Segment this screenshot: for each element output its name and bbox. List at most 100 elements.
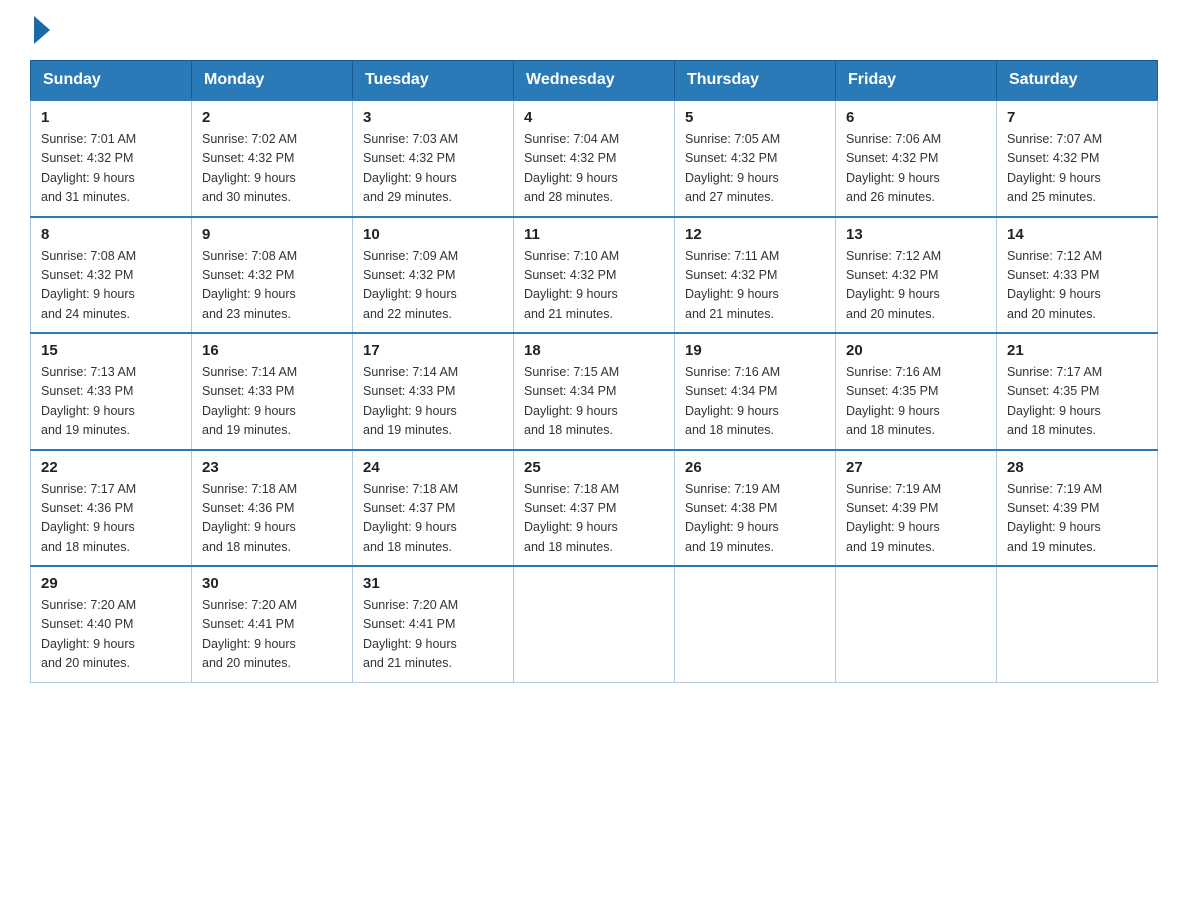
day-info: Sunrise: 7:16 AM Sunset: 4:35 PM Dayligh…	[846, 363, 986, 441]
calendar-cell: 17 Sunrise: 7:14 AM Sunset: 4:33 PM Dayl…	[353, 333, 514, 450]
day-info: Sunrise: 7:07 AM Sunset: 4:32 PM Dayligh…	[1007, 130, 1147, 208]
calendar-cell: 25 Sunrise: 7:18 AM Sunset: 4:37 PM Dayl…	[514, 450, 675, 567]
day-info: Sunrise: 7:12 AM Sunset: 4:33 PM Dayligh…	[1007, 247, 1147, 325]
calendar-header-row: SundayMondayTuesdayWednesdayThursdayFrid…	[31, 61, 1158, 101]
calendar-cell: 31 Sunrise: 7:20 AM Sunset: 4:41 PM Dayl…	[353, 566, 514, 682]
day-number: 15	[41, 342, 181, 359]
calendar-cell: 16 Sunrise: 7:14 AM Sunset: 4:33 PM Dayl…	[192, 333, 353, 450]
day-info: Sunrise: 7:03 AM Sunset: 4:32 PM Dayligh…	[363, 130, 503, 208]
day-info: Sunrise: 7:16 AM Sunset: 4:34 PM Dayligh…	[685, 363, 825, 441]
day-info: Sunrise: 7:18 AM Sunset: 4:37 PM Dayligh…	[524, 480, 664, 558]
logo	[30, 20, 50, 40]
calendar-cell: 19 Sunrise: 7:16 AM Sunset: 4:34 PM Dayl…	[675, 333, 836, 450]
calendar-cell: 9 Sunrise: 7:08 AM Sunset: 4:32 PM Dayli…	[192, 217, 353, 334]
day-number: 13	[846, 226, 986, 243]
calendar-cell: 7 Sunrise: 7:07 AM Sunset: 4:32 PM Dayli…	[997, 100, 1158, 217]
day-number: 14	[1007, 226, 1147, 243]
day-number: 20	[846, 342, 986, 359]
day-number: 23	[202, 459, 342, 476]
day-number: 7	[1007, 109, 1147, 126]
day-info: Sunrise: 7:08 AM Sunset: 4:32 PM Dayligh…	[202, 247, 342, 325]
calendar-header-friday: Friday	[836, 61, 997, 101]
day-number: 2	[202, 109, 342, 126]
day-number: 25	[524, 459, 664, 476]
calendar-cell: 14 Sunrise: 7:12 AM Sunset: 4:33 PM Dayl…	[997, 217, 1158, 334]
calendar-cell	[836, 566, 997, 682]
day-info: Sunrise: 7:18 AM Sunset: 4:36 PM Dayligh…	[202, 480, 342, 558]
calendar-cell: 26 Sunrise: 7:19 AM Sunset: 4:38 PM Dayl…	[675, 450, 836, 567]
calendar-cell: 1 Sunrise: 7:01 AM Sunset: 4:32 PM Dayli…	[31, 100, 192, 217]
day-info: Sunrise: 7:19 AM Sunset: 4:38 PM Dayligh…	[685, 480, 825, 558]
day-info: Sunrise: 7:20 AM Sunset: 4:41 PM Dayligh…	[363, 596, 503, 674]
day-number: 3	[363, 109, 503, 126]
day-number: 6	[846, 109, 986, 126]
day-info: Sunrise: 7:09 AM Sunset: 4:32 PM Dayligh…	[363, 247, 503, 325]
day-info: Sunrise: 7:15 AM Sunset: 4:34 PM Dayligh…	[524, 363, 664, 441]
calendar-cell: 30 Sunrise: 7:20 AM Sunset: 4:41 PM Dayl…	[192, 566, 353, 682]
calendar-cell	[675, 566, 836, 682]
calendar-cell: 20 Sunrise: 7:16 AM Sunset: 4:35 PM Dayl…	[836, 333, 997, 450]
day-info: Sunrise: 7:08 AM Sunset: 4:32 PM Dayligh…	[41, 247, 181, 325]
day-info: Sunrise: 7:11 AM Sunset: 4:32 PM Dayligh…	[685, 247, 825, 325]
calendar-cell: 18 Sunrise: 7:15 AM Sunset: 4:34 PM Dayl…	[514, 333, 675, 450]
day-number: 8	[41, 226, 181, 243]
calendar-header-saturday: Saturday	[997, 61, 1158, 101]
calendar-cell: 29 Sunrise: 7:20 AM Sunset: 4:40 PM Dayl…	[31, 566, 192, 682]
calendar-cell: 27 Sunrise: 7:19 AM Sunset: 4:39 PM Dayl…	[836, 450, 997, 567]
calendar-cell: 24 Sunrise: 7:18 AM Sunset: 4:37 PM Dayl…	[353, 450, 514, 567]
calendar-week-row: 15 Sunrise: 7:13 AM Sunset: 4:33 PM Dayl…	[31, 333, 1158, 450]
day-info: Sunrise: 7:14 AM Sunset: 4:33 PM Dayligh…	[363, 363, 503, 441]
day-info: Sunrise: 7:12 AM Sunset: 4:32 PM Dayligh…	[846, 247, 986, 325]
day-info: Sunrise: 7:02 AM Sunset: 4:32 PM Dayligh…	[202, 130, 342, 208]
day-number: 10	[363, 226, 503, 243]
day-info: Sunrise: 7:18 AM Sunset: 4:37 PM Dayligh…	[363, 480, 503, 558]
day-number: 5	[685, 109, 825, 126]
calendar-cell: 13 Sunrise: 7:12 AM Sunset: 4:32 PM Dayl…	[836, 217, 997, 334]
calendar-cell: 2 Sunrise: 7:02 AM Sunset: 4:32 PM Dayli…	[192, 100, 353, 217]
day-info: Sunrise: 7:05 AM Sunset: 4:32 PM Dayligh…	[685, 130, 825, 208]
calendar-cell: 11 Sunrise: 7:10 AM Sunset: 4:32 PM Dayl…	[514, 217, 675, 334]
day-info: Sunrise: 7:19 AM Sunset: 4:39 PM Dayligh…	[846, 480, 986, 558]
calendar-cell: 15 Sunrise: 7:13 AM Sunset: 4:33 PM Dayl…	[31, 333, 192, 450]
day-number: 30	[202, 575, 342, 592]
calendar-week-row: 1 Sunrise: 7:01 AM Sunset: 4:32 PM Dayli…	[31, 100, 1158, 217]
day-number: 17	[363, 342, 503, 359]
calendar-cell: 21 Sunrise: 7:17 AM Sunset: 4:35 PM Dayl…	[997, 333, 1158, 450]
day-info: Sunrise: 7:20 AM Sunset: 4:41 PM Dayligh…	[202, 596, 342, 674]
calendar-cell: 23 Sunrise: 7:18 AM Sunset: 4:36 PM Dayl…	[192, 450, 353, 567]
day-info: Sunrise: 7:04 AM Sunset: 4:32 PM Dayligh…	[524, 130, 664, 208]
day-number: 24	[363, 459, 503, 476]
calendar-cell	[514, 566, 675, 682]
calendar-cell: 12 Sunrise: 7:11 AM Sunset: 4:32 PM Dayl…	[675, 217, 836, 334]
calendar-week-row: 29 Sunrise: 7:20 AM Sunset: 4:40 PM Dayl…	[31, 566, 1158, 682]
calendar-header-sunday: Sunday	[31, 61, 192, 101]
day-number: 19	[685, 342, 825, 359]
day-number: 9	[202, 226, 342, 243]
day-number: 29	[41, 575, 181, 592]
day-number: 18	[524, 342, 664, 359]
day-number: 27	[846, 459, 986, 476]
day-number: 4	[524, 109, 664, 126]
day-info: Sunrise: 7:10 AM Sunset: 4:32 PM Dayligh…	[524, 247, 664, 325]
day-number: 31	[363, 575, 503, 592]
calendar-table: SundayMondayTuesdayWednesdayThursdayFrid…	[30, 60, 1158, 683]
day-number: 22	[41, 459, 181, 476]
day-info: Sunrise: 7:17 AM Sunset: 4:35 PM Dayligh…	[1007, 363, 1147, 441]
calendar-header-wednesday: Wednesday	[514, 61, 675, 101]
day-info: Sunrise: 7:01 AM Sunset: 4:32 PM Dayligh…	[41, 130, 181, 208]
day-number: 11	[524, 226, 664, 243]
calendar-cell	[997, 566, 1158, 682]
day-number: 28	[1007, 459, 1147, 476]
day-number: 12	[685, 226, 825, 243]
calendar-cell: 28 Sunrise: 7:19 AM Sunset: 4:39 PM Dayl…	[997, 450, 1158, 567]
day-number: 21	[1007, 342, 1147, 359]
day-info: Sunrise: 7:17 AM Sunset: 4:36 PM Dayligh…	[41, 480, 181, 558]
calendar-cell: 3 Sunrise: 7:03 AM Sunset: 4:32 PM Dayli…	[353, 100, 514, 217]
calendar-cell: 6 Sunrise: 7:06 AM Sunset: 4:32 PM Dayli…	[836, 100, 997, 217]
day-info: Sunrise: 7:13 AM Sunset: 4:33 PM Dayligh…	[41, 363, 181, 441]
day-info: Sunrise: 7:06 AM Sunset: 4:32 PM Dayligh…	[846, 130, 986, 208]
calendar-cell: 10 Sunrise: 7:09 AM Sunset: 4:32 PM Dayl…	[353, 217, 514, 334]
calendar-cell: 8 Sunrise: 7:08 AM Sunset: 4:32 PM Dayli…	[31, 217, 192, 334]
day-number: 16	[202, 342, 342, 359]
day-info: Sunrise: 7:20 AM Sunset: 4:40 PM Dayligh…	[41, 596, 181, 674]
